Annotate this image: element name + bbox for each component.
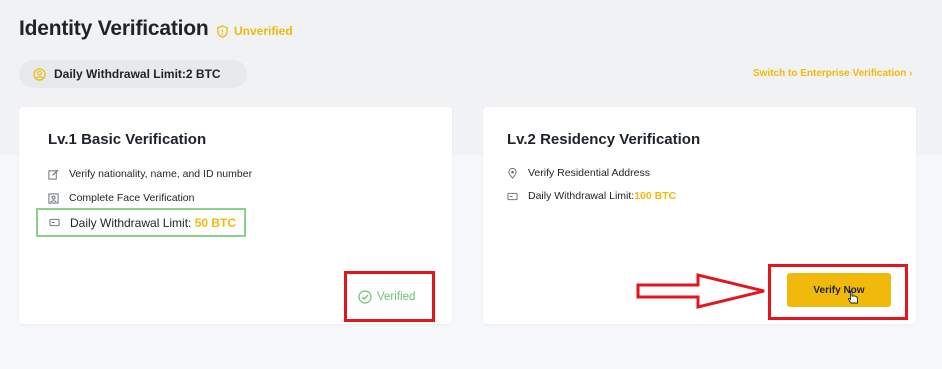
daily-limit-badge: Daily Withdrawal Limit:2 BTC <box>19 60 247 88</box>
card-icon <box>49 218 60 227</box>
level2-title: Lv.2 Residency Verification <box>507 131 701 148</box>
face-id-icon <box>48 192 59 204</box>
daily-limit-text: Daily Withdrawal Limit:2 BTC <box>54 67 221 81</box>
level1-item-face: Complete Face Verification <box>48 192 194 204</box>
user-circle-icon <box>33 67 46 81</box>
card-icon <box>507 192 518 200</box>
switch-enterprise-link[interactable]: Switch to Enterprise Verification › <box>753 68 912 79</box>
edit-icon <box>48 169 59 180</box>
level1-limit-value: 50 BTC <box>194 215 237 230</box>
level1-limit-highlight: Daily Withdrawal Limit: 50 BTC <box>36 208 246 237</box>
annotation-box-verified <box>344 271 435 322</box>
verification-status: Unverified <box>216 24 293 38</box>
level1-limit: Daily Withdrawal Limit: 50 BTC <box>70 216 236 230</box>
level1-item-label: Verify nationality, name, and ID number <box>69 168 253 180</box>
level2-limit-value: 100 BTC <box>634 190 677 202</box>
level2-item-address: Verify Residential Address <box>507 167 650 179</box>
level1-item-id: Verify nationality, name, and ID number <box>48 168 252 180</box>
status-label: Unverified <box>234 24 293 38</box>
level1-item-label: Complete Face Verification <box>69 192 195 204</box>
shield-icon <box>217 24 228 38</box>
level2-limit: Daily Withdrawal Limit:100 BTC <box>507 190 676 202</box>
level2-item-label: Verify Residential Address <box>528 167 650 179</box>
page-title: Identity Verification <box>19 17 209 40</box>
level2-limit-text: Daily Withdrawal Limit:100 BTC <box>528 190 676 202</box>
level1-title: Lv.1 Basic Verification <box>48 131 207 148</box>
level1-limit-label: Daily Withdrawal Limit: <box>70 215 192 230</box>
level2-limit-label: Daily Withdrawal Limit: <box>528 190 635 202</box>
location-icon <box>508 167 517 179</box>
arrow-annotation <box>636 273 765 309</box>
annotation-box-verify <box>768 264 908 320</box>
